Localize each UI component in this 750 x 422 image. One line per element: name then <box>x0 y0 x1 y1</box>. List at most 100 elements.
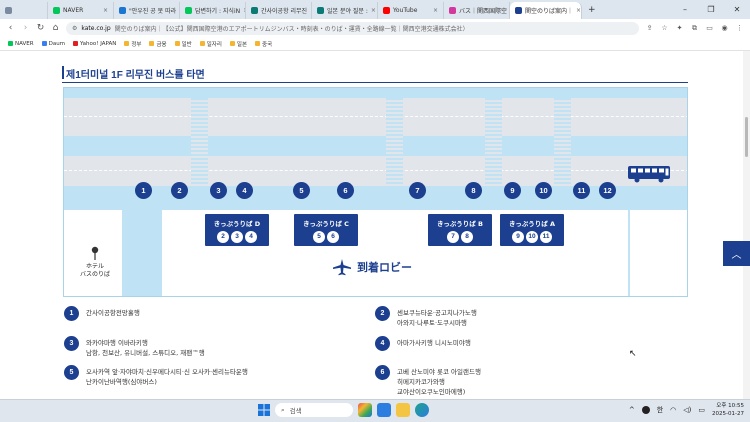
bookmark-item[interactable]: NAVER <box>8 41 34 47</box>
tab-search-icon[interactable]: ▭ <box>705 24 714 32</box>
browser-tab[interactable]: YouTube × <box>378 2 444 19</box>
bookmark-label: Yahoo! JAPAN <box>80 40 117 47</box>
edge-browser-icon[interactable] <box>415 403 429 417</box>
legend-item: 4 아마가사키행 니시노미야행 <box>375 336 471 351</box>
bus-stop-6[interactable]: 6 <box>337 182 354 199</box>
minimize-button[interactable]: – <box>672 0 698 19</box>
title-underline <box>62 82 688 83</box>
legend-text: 오사카역 앞·자야마치·신우메다시티·신 오사카·센리뉴타운행 난카이난바역행(… <box>86 368 248 386</box>
tab-label: バス｜関西国際空 <box>459 8 508 15</box>
profile-icon[interactable]: ◉ <box>720 24 729 32</box>
file-explorer-icon[interactable] <box>396 403 410 417</box>
bus-stop-4[interactable]: 4 <box>236 182 253 199</box>
tab-favicon-icon <box>119 7 126 14</box>
page-content: 제1터미널 1F 리무진 버스를 타면 1 2 3 4 5 6 7 8 9 10… <box>0 51 750 399</box>
bus-stop-8[interactable]: 8 <box>465 182 482 199</box>
bus-stop-5[interactable]: 5 <box>293 182 310 199</box>
bookmark-item[interactable]: 중국 <box>255 40 272 48</box>
browser-tab[interactable]: バス｜関西国際空× <box>444 2 510 19</box>
battery-icon[interactable]: ▭ <box>698 406 705 414</box>
booth-label: きっぷうりば C <box>303 219 349 228</box>
browser-tab[interactable]: 간사이공항 리무진× <box>246 2 312 19</box>
forward-icon[interactable]: › <box>21 23 30 33</box>
home-icon[interactable]: ⌂ <box>51 23 60 33</box>
bookmark-label: 일본 <box>236 41 248 48</box>
tab-favicon-icon <box>317 7 324 14</box>
bookmark-favicon-icon <box>73 41 79 46</box>
address-bar[interactable]: ⚙ kate.co.jp 関空のりば案内｜【公式】関西国際空港のエアポートリムジ… <box>66 21 639 35</box>
chevron-up-icon[interactable]: ^ <box>629 406 635 414</box>
input-language[interactable]: 한 <box>657 405 663 415</box>
bookmark-item[interactable]: Yahoo! JAPAN <box>73 41 116 47</box>
multicolor-app-icon[interactable] <box>358 403 372 417</box>
extension-icon[interactable]: ✦ <box>675 24 684 32</box>
maximize-button[interactable]: ❐ <box>698 0 724 19</box>
scrollbar-thumb[interactable] <box>745 117 748 157</box>
new-tab-button[interactable]: + <box>582 5 602 15</box>
window-controls: – ❐ ✕ <box>672 0 750 19</box>
bookmark-item[interactable]: Daum <box>41 41 65 47</box>
browser-tab[interactable]: 답변하기 : 지식iN× <box>180 2 246 19</box>
extensions-puzzle-icon[interactable]: ⧉ <box>690 24 699 33</box>
menu-icon[interactable]: ⋮ <box>735 24 744 32</box>
browser-tab[interactable] <box>0 2 48 19</box>
browser-tab[interactable]: 일본 분야 질문 : × <box>312 2 378 19</box>
bookmark-star-icon[interactable]: ☆ <box>660 24 669 32</box>
booth-label: きっぷうりば B <box>437 219 483 228</box>
map-pin-icon <box>91 246 99 260</box>
bus-stop-12[interactable]: 12 <box>599 182 616 199</box>
bus-stop-9[interactable]: 9 <box>504 182 521 199</box>
hotel-bus-stop: ホテル バスのりば <box>74 246 116 279</box>
status-circle-icon[interactable] <box>641 406 650 414</box>
folder-icon <box>255 41 261 46</box>
bookmark-label: NAVER <box>15 40 34 47</box>
hotel-bus-label: バスのりば <box>79 271 110 278</box>
share-icon[interactable]: ⇪ <box>645 24 654 32</box>
bus-stop-10[interactable]: 10 <box>535 182 552 199</box>
back-icon[interactable]: ‹ <box>6 23 15 33</box>
bus-stop-2[interactable]: 2 <box>171 182 188 199</box>
legend-item: 1 간사이공항전망홀행 <box>64 306 140 321</box>
bus-stop-7[interactable]: 7 <box>409 182 426 199</box>
ticket-booth-b: きっぷうりば B 7 8 <box>428 214 492 246</box>
booth-stop-number: 3 <box>231 230 243 243</box>
page-scrollbar[interactable] <box>743 51 750 399</box>
site-info-icon[interactable]: ⚙ <box>72 25 77 32</box>
legend-number: 2 <box>375 306 390 321</box>
booth-stop-number: 4 <box>245 230 257 243</box>
tab-close-icon[interactable]: × <box>371 7 376 14</box>
wifi-icon[interactable]: ◠ <box>670 406 676 414</box>
folder-icon <box>174 41 180 46</box>
taskbar-search-placeholder: 검색 <box>289 407 302 415</box>
clock[interactable]: 오후 10:55 2025-01-27 <box>712 402 744 418</box>
scroll-to-top-button[interactable]: ︿ <box>723 241 750 266</box>
taskbar-search-box[interactable]: ⌕ 검색 <box>275 403 353 417</box>
bookmark-item[interactable]: 일본 <box>229 40 248 48</box>
bookmark-item[interactable]: 일자리 <box>199 40 222 48</box>
booth-stop-number: 11 <box>540 230 552 243</box>
bus-stop-11[interactable]: 11 <box>573 182 590 199</box>
bookmark-item[interactable]: 일반 <box>174 40 192 48</box>
bookmark-label: 중국 <box>262 41 273 48</box>
bus-stop-1[interactable]: 1 <box>135 182 152 199</box>
arrivals-lobby-text: 到着ロビー <box>357 261 412 274</box>
section-title: 제1터미널 1F 리무진 버스를 타면 <box>66 70 205 81</box>
tab-close-icon[interactable]: × <box>433 7 438 14</box>
tab-favicon-icon <box>383 7 390 14</box>
bookmark-item[interactable]: 금융 <box>149 40 167 48</box>
browser-tab[interactable]: 関空のりば案内｜ × <box>510 2 582 19</box>
photos-app-icon[interactable] <box>377 403 391 417</box>
volume-icon[interactable]: ◁) <box>683 406 691 414</box>
booth-stop-number: 6 <box>327 230 339 243</box>
tab-close-icon[interactable]: × <box>576 7 581 14</box>
close-window-button[interactable]: ✕ <box>724 0 750 19</box>
bookmark-item[interactable]: 정부 <box>124 40 141 48</box>
bus-stop-3[interactable]: 3 <box>210 182 227 199</box>
windows-start-icon[interactable] <box>258 404 270 416</box>
browser-tab[interactable]: "안우진 공 못 따라× <box>114 2 180 19</box>
browser-tab[interactable]: NAVER × <box>48 2 114 19</box>
bookmark-label: 정부 <box>131 41 142 48</box>
reload-icon[interactable]: ↻ <box>36 23 45 33</box>
tab-label: 간사이공항 리무진 <box>261 8 308 15</box>
tab-close-icon[interactable]: × <box>103 7 108 14</box>
